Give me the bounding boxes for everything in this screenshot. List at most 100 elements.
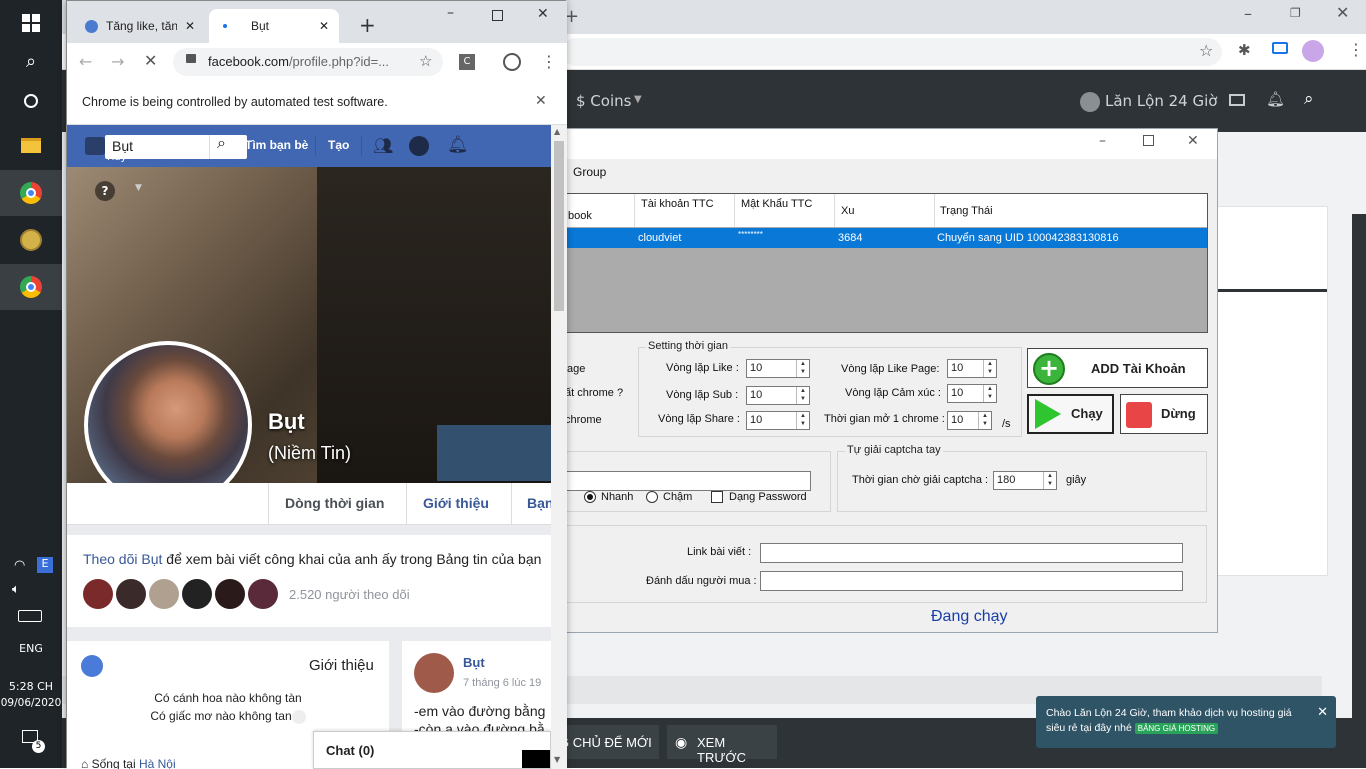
minimize-icon[interactable]: –: [447, 5, 454, 21]
search-icon[interactable]: ⌕: [1304, 89, 1314, 109]
stop-loading-icon[interactable]: ✕: [144, 51, 157, 70]
loop-sub-input[interactable]: 10 ▲ ▼: [746, 386, 810, 405]
coins-menu[interactable]: $ Coins: [576, 92, 631, 110]
close-icon[interactable]: ✕: [1336, 3, 1349, 22]
menu-dots-icon[interactable]: ⋮: [1348, 40, 1364, 59]
star-icon[interactable]: ☆: [1199, 41, 1213, 60]
tray-app-icon[interactable]: E: [37, 557, 53, 573]
keyboard-icon[interactable]: [18, 610, 42, 622]
star-icon[interactable]: ☆: [419, 52, 432, 70]
avatar[interactable]: [149, 579, 179, 609]
lives-city-link[interactable]: Hà Nội: [139, 757, 176, 769]
close-icon[interactable]: ✕: [535, 93, 547, 109]
close-icon[interactable]: ✕: [1187, 133, 1199, 149]
post-author[interactable]: Bụt: [463, 655, 485, 670]
restore-icon[interactable]: ❐: [1290, 6, 1301, 20]
profile-avatar[interactable]: [1302, 40, 1324, 62]
mail-icon[interactable]: [1229, 94, 1245, 106]
table-row[interactable]: cloudviet ******** 3684 Chuyển sang UID …: [550, 228, 1207, 248]
notifications-icon[interactable]: 🔔︎: [447, 135, 469, 155]
link-input[interactable]: [760, 543, 1183, 563]
loop-emotion-input[interactable]: 10 ▲ ▼: [947, 384, 997, 403]
close-icon[interactable]: ✕: [1317, 704, 1328, 719]
maximize-icon[interactable]: [1143, 135, 1154, 146]
maximize-icon[interactable]: [492, 10, 503, 21]
forward-icon[interactable]: →: [111, 52, 124, 71]
scroll-down-icon[interactable]: ▼: [554, 755, 560, 764]
avatar[interactable]: [182, 579, 212, 609]
post-avatar[interactable]: [414, 653, 454, 693]
avatar[interactable]: [83, 579, 113, 609]
page-scrollbar[interactable]: ▲ ▼: [551, 125, 567, 769]
app-taskbar-icon[interactable]: [0, 217, 62, 263]
eye-icon: ◉: [675, 734, 688, 750]
close-icon[interactable]: ✕: [319, 19, 329, 33]
avatar[interactable]: [116, 579, 146, 609]
password-checkbox[interactable]: [711, 491, 723, 503]
minimize-icon[interactable]: –: [1099, 133, 1106, 149]
bg-address-bar[interactable]: [562, 38, 1222, 66]
run-button[interactable]: Chạy: [1027, 394, 1114, 434]
scroll-thumb[interactable]: [554, 141, 564, 311]
account-icon[interactable]: [503, 53, 521, 71]
radio-fast[interactable]: [584, 491, 596, 503]
create-link[interactable]: Tạo: [328, 138, 349, 152]
loop-share-input[interactable]: 10 ▲ ▼: [746, 411, 810, 430]
close-icon[interactable]: ✕: [185, 19, 195, 33]
volume-icon[interactable]: 🔈︎: [12, 582, 20, 597]
chrome-taskbar-icon-2[interactable]: [0, 264, 62, 310]
menu-dots-icon[interactable]: ⋮: [541, 52, 557, 71]
fb-logo-icon[interactable]: [85, 137, 105, 155]
tab-about[interactable]: Giới thiệu: [423, 495, 489, 511]
avatar[interactable]: [215, 579, 245, 609]
open-chrome-time-input[interactable]: 10 ▲ ▼: [947, 411, 992, 430]
messenger-icon[interactable]: [409, 136, 429, 156]
avatar[interactable]: [248, 579, 278, 609]
new-tab-icon[interactable]: +: [359, 13, 376, 37]
hosting-toast[interactable]: Chào Lăn Lộn 24 Giờ, tham khảo dịch vụ h…: [1036, 696, 1336, 748]
captcha-wait-input[interactable]: 180 ▲ ▼: [993, 471, 1057, 490]
extensions-icon[interactable]: ✱: [1238, 41, 1251, 59]
post-time[interactable]: 7 tháng 6 lúc 19: [463, 677, 541, 689]
friend-requests-icon[interactable]: 👥︎: [373, 136, 393, 155]
address-bar[interactable]: facebook.com/profile.php?id=... ☆: [173, 48, 443, 76]
chat-settings-icon[interactable]: [522, 750, 550, 768]
clock-time[interactable]: 5:28 CH: [0, 680, 62, 693]
tab-timeline[interactable]: Dòng thời gian: [285, 495, 384, 511]
find-friends-link[interactable]: Tìm bạn bè: [245, 138, 308, 152]
chat-bar[interactable]: Chat (0): [313, 731, 551, 769]
cortana-icon[interactable]: [0, 78, 62, 124]
loop-like-page-input[interactable]: 10 ▲ ▼: [947, 359, 997, 378]
help-icon[interactable]: ?: [95, 181, 115, 201]
loop-like-input[interactable]: 10 ▲ ▼: [746, 359, 810, 378]
menu-group[interactable]: Group: [573, 165, 606, 179]
tab-friends[interactable]: Bạn: [527, 495, 551, 511]
follow-link[interactable]: Theo dõi Bụt: [83, 551, 162, 567]
toast-badge[interactable]: BẢNG GIÁ HOSTING: [1134, 723, 1219, 734]
scroll-up-icon[interactable]: ▲: [554, 127, 560, 136]
radio-slow[interactable]: [646, 491, 658, 503]
left-text-input[interactable]: [565, 471, 811, 491]
tab-tang-like[interactable]: Tăng like, tăn ✕: [75, 9, 205, 43]
language-indicator[interactable]: ENG: [0, 642, 62, 655]
preview-button[interactable]: ◉ XEM TRƯỚC: [667, 725, 777, 765]
clock-date[interactable]: 09/06/2020: [0, 697, 62, 709]
back-icon[interactable]: ←: [79, 52, 92, 71]
user-name[interactable]: Lăn Lộn 24 Giờ: [1105, 92, 1217, 110]
file-explorer-icon[interactable]: [0, 122, 62, 168]
stop-button[interactable]: Dừng: [1120, 394, 1208, 434]
minimize-icon[interactable]: –: [1244, 4, 1252, 23]
extension-icon[interactable]: C: [459, 54, 475, 70]
user-avatar[interactable]: [1080, 92, 1100, 112]
chrome-taskbar-icon[interactable]: [0, 170, 62, 216]
cast-icon[interactable]: [1272, 42, 1288, 54]
tab-but[interactable]: Bụt ✕: [209, 9, 339, 43]
close-icon[interactable]: ✕: [537, 6, 549, 22]
new-topic-button[interactable]: G CHỦ ĐỂ MỚI: [559, 725, 659, 759]
search-icon[interactable]: ⌕: [217, 135, 226, 153]
chevron-down-icon[interactable]: ▼: [135, 183, 142, 193]
wifi-icon[interactable]: ◠: [14, 558, 25, 573]
mark-buyer-input[interactable]: [760, 571, 1183, 591]
bell-icon[interactable]: 🔔︎: [1266, 90, 1285, 108]
add-account-button[interactable]: + ADD Tài Khoản: [1027, 348, 1208, 388]
